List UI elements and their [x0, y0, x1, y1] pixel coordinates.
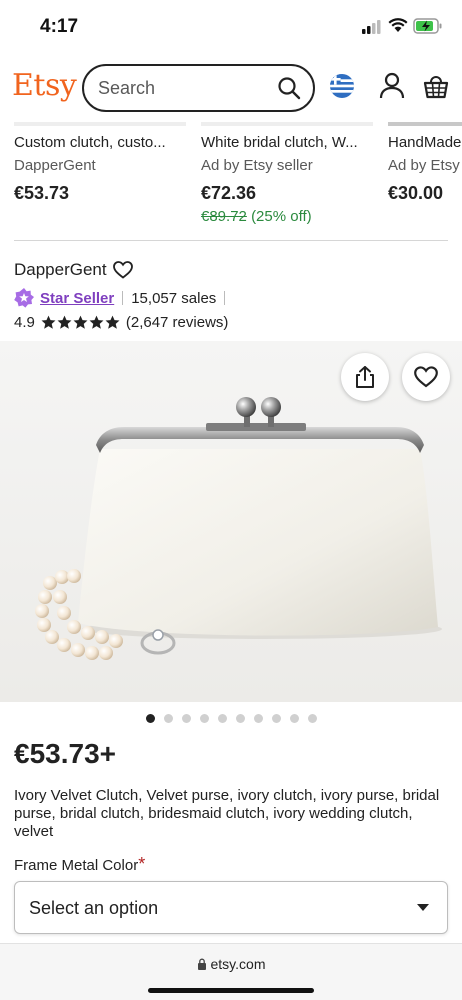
frame-color-label: Frame Metal Color* — [14, 854, 145, 875]
home-indicator[interactable] — [148, 988, 314, 993]
browser-address-bar[interactable]: etsy.com — [0, 943, 462, 1000]
shop-sales-count: 15,057 sales — [131, 289, 217, 307]
original-price: €89.72 — [201, 208, 247, 225]
pager-dot[interactable] — [182, 714, 191, 723]
product-image[interactable] — [0, 341, 462, 702]
listing-card[interactable]: HandMade Ad by Etsy €30.00 — [388, 134, 462, 204]
url-text: etsy.com — [210, 956, 266, 972]
pager-dot[interactable] — [308, 714, 317, 723]
search-placeholder: Search — [98, 78, 156, 98]
listing-title: Ivory Velvet Clutch, Velvet purse, ivory… — [14, 787, 440, 840]
listing-card[interactable]: White bridal clutch, W... Ad by Etsy sel… — [201, 134, 373, 225]
listing-price: €53.73+ — [14, 738, 116, 769]
clutch-photo — [0, 341, 462, 702]
star-icon — [41, 315, 56, 329]
option-label-text: Frame Metal Color — [14, 857, 139, 874]
search-icon[interactable] — [277, 76, 301, 100]
listing-card-title: HandMade — [388, 134, 462, 151]
status-time: 4:17 — [40, 16, 79, 37]
share-icon — [356, 366, 374, 388]
pager-dot[interactable] — [146, 714, 155, 723]
address-text[interactable]: etsy.com — [0, 956, 462, 972]
greece-flag-icon[interactable] — [330, 74, 354, 98]
pager-dot[interactable] — [290, 714, 299, 723]
pager-dot[interactable] — [236, 714, 245, 723]
star-icon — [73, 315, 88, 329]
listing-card-seller: Ad by Etsy seller — [201, 157, 313, 174]
rating-stars — [41, 315, 120, 330]
search-input[interactable]: Search — [82, 64, 315, 112]
shop-info: DapperGent Star Seller 15,057 sales 4.9 … — [14, 260, 454, 331]
listing-card-price: €53.73 — [14, 183, 70, 203]
discount-percent: (25% off) — [251, 208, 312, 225]
star-icon — [89, 315, 104, 329]
pager-dot[interactable] — [164, 714, 173, 723]
dropdown-arrow-icon — [417, 904, 429, 911]
shop-rating[interactable]: 4.9 (2,647 reviews) — [14, 314, 454, 331]
battery-charging-icon — [413, 18, 442, 34]
star-seller-badge-icon — [14, 288, 34, 308]
select-value: Select an option — [29, 898, 159, 918]
separator — [224, 291, 226, 305]
favorite-button[interactable] — [402, 353, 450, 401]
status-bar: 4:17 — [0, 0, 462, 56]
rating-value: 4.9 — [14, 314, 35, 331]
pager-dot[interactable] — [272, 714, 281, 723]
account-icon[interactable] — [379, 72, 405, 100]
listing-card-price: €30.00 — [388, 183, 444, 203]
lock-icon — [197, 958, 206, 970]
site-header: Etsy Search — [0, 56, 462, 122]
review-count: (2,647 reviews) — [125, 314, 229, 331]
pager-dot[interactable] — [200, 714, 209, 723]
cellular-signal-icon — [362, 20, 381, 34]
listing-card-seller: DapperGent — [14, 157, 96, 174]
pager-dot[interactable] — [254, 714, 263, 723]
heart-icon — [414, 366, 438, 388]
cart-icon[interactable] — [423, 73, 449, 99]
star-icon — [105, 315, 120, 329]
listing-card[interactable]: Custom clutch, custo... DapperGent €53.7… — [14, 134, 186, 204]
star-seller-badge[interactable]: Star Seller — [40, 290, 114, 307]
etsy-logo[interactable]: Etsy — [12, 68, 77, 103]
listing-card-discount: €89.72 (25% off) — [201, 208, 373, 225]
required-asterisk: * — [138, 854, 146, 874]
section-divider — [14, 240, 448, 241]
frame-color-select[interactable]: Select an option — [14, 881, 448, 934]
wifi-icon — [388, 18, 408, 32]
shop-name-link[interactable]: DapperGent — [14, 260, 107, 280]
listing-card-seller: Ad by Etsy — [388, 157, 460, 174]
pager-dot[interactable] — [218, 714, 227, 723]
image-pager[interactable] — [146, 714, 317, 723]
separator — [122, 291, 124, 305]
share-button[interactable] — [341, 353, 389, 401]
heart-icon[interactable] — [112, 261, 133, 279]
listing-card-price: €72.36 — [201, 183, 257, 203]
listing-card-title: Custom clutch, custo... — [14, 134, 166, 151]
star-icon — [57, 315, 72, 329]
listing-card-title: White bridal clutch, W... — [201, 134, 358, 151]
